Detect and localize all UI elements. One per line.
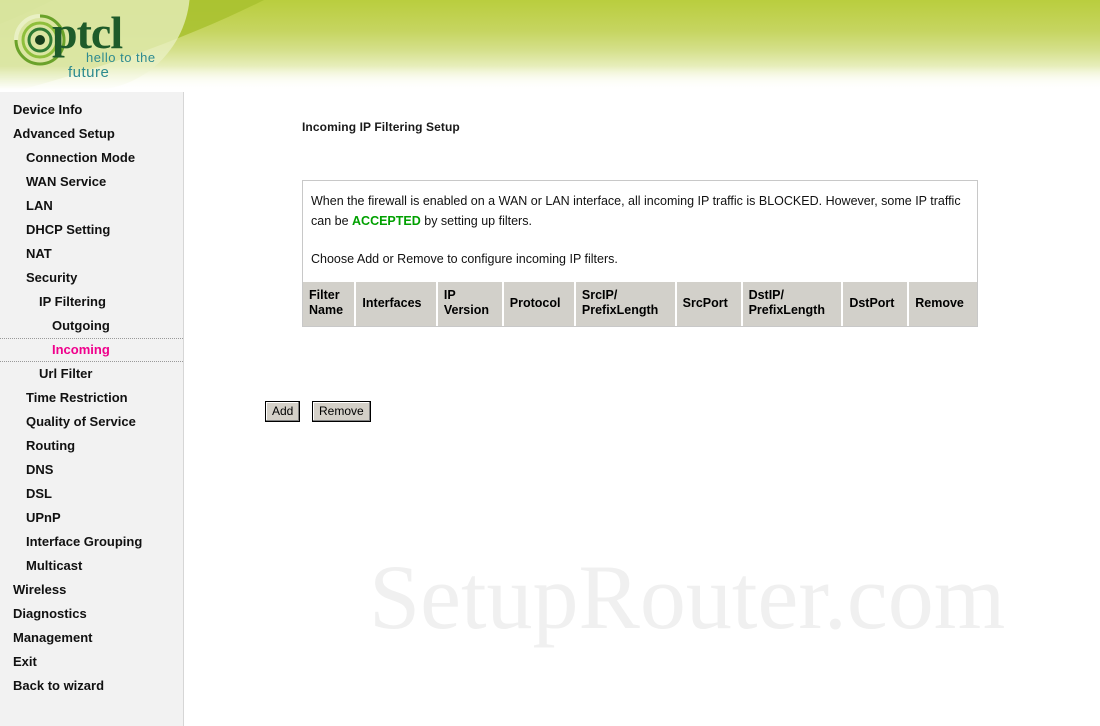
header-banner: ptcl hello to the future — [0, 0, 1100, 92]
ptcl-logo: ptcl hello to the future — [14, 6, 194, 84]
sidebar-item-wan-service[interactable]: WAN Service — [0, 170, 183, 194]
info-paragraph-1: When the firewall is enabled on a WAN or… — [311, 191, 969, 231]
column-header: Remove — [908, 281, 977, 326]
sidebar-item-incoming[interactable]: Incoming — [0, 338, 183, 362]
info-text-after-accepted: by setting up filters. — [420, 214, 532, 228]
sidebar-item-routing[interactable]: Routing — [0, 434, 183, 458]
sidebar-item-connection-mode[interactable]: Connection Mode — [0, 146, 183, 170]
remove-button[interactable]: Remove — [311, 401, 371, 422]
sidebar-item-security[interactable]: Security — [0, 266, 183, 290]
sidebar-item-interface-grouping[interactable]: Interface Grouping — [0, 530, 183, 554]
sidebar-item-url-filter[interactable]: Url Filter — [0, 362, 183, 386]
filter-table-cell: Filter Name Interfaces IP Version Protocol S… — [303, 281, 978, 326]
sidebar-item-dsl[interactable]: DSL — [0, 482, 183, 506]
sidebar-item-exit[interactable]: Exit — [0, 650, 183, 674]
info-paragraph-2: Choose Add or Remove to configure incomi… — [311, 252, 618, 266]
sidebar-item-lan[interactable]: LAN — [0, 194, 183, 218]
accepted-keyword: ACCEPTED — [352, 214, 421, 228]
column-header: Protocol — [502, 281, 576, 326]
info-description: When the firewall is enabled on a WAN or… — [303, 181, 978, 282]
column-header: Interfaces — [355, 281, 438, 326]
logo-tagline-line1: hello to the — [86, 50, 156, 65]
column-header: SrcPort — [675, 281, 743, 326]
sidebar-item-outgoing[interactable]: Outgoing — [0, 314, 183, 338]
main-content: Incoming IP Filtering Setup When the fir… — [184, 92, 1100, 726]
sidebar-item-ip-filtering[interactable]: IP Filtering — [0, 290, 183, 314]
sidebar-item-advanced-setup[interactable]: Advanced Setup — [0, 122, 183, 146]
incoming-ip-filtering-panel: When the firewall is enabled on a WAN or… — [302, 180, 978, 327]
action-button-row: Add Remove — [265, 401, 379, 422]
column-header: SrcIP/ PrefixLength — [574, 281, 677, 326]
add-button[interactable]: Add — [265, 401, 301, 422]
info-paragraph-spacer — [311, 231, 969, 249]
sidebar-item-dns[interactable]: DNS — [0, 458, 183, 482]
column-header: DstIP/ PrefixLength — [741, 281, 844, 326]
sidebar-item-dhcp-setting[interactable]: DHCP Setting — [0, 218, 183, 242]
ip-filter-table: Filter Name Interfaces IP Version Protocol S… — [303, 281, 977, 326]
column-header: Filter Name — [303, 281, 357, 326]
sidebar-item-multicast[interactable]: Multicast — [0, 554, 183, 578]
filter-table-header-row: Filter Name Interfaces IP Version Protocol S… — [303, 281, 977, 326]
page-title: Incoming IP Filtering Setup — [302, 120, 460, 134]
sidebar-item-back-to-wizard[interactable]: Back to wizard — [0, 674, 183, 698]
site-watermark: SetupRouter.com — [369, 546, 1006, 648]
sidebar-item-time-restriction[interactable]: Time Restriction — [0, 386, 183, 410]
column-header: IP Version — [436, 281, 504, 326]
logo-tagline-line2: future — [68, 64, 110, 81]
sidebar-item-nat[interactable]: NAT — [0, 242, 183, 266]
sidebar-item-wireless[interactable]: Wireless — [0, 578, 183, 602]
sidebar-item-management[interactable]: Management — [0, 626, 183, 650]
sidebar-item-upnp[interactable]: UPnP — [0, 506, 183, 530]
sidebar-navigation: Device Info Advanced Setup Connection Mode… — [0, 92, 184, 726]
column-header: DstPort — [842, 281, 910, 326]
sidebar-item-device-info[interactable]: Device Info — [0, 98, 183, 122]
sidebar-item-diagnostics[interactable]: Diagnostics — [0, 602, 183, 626]
sidebar-item-quality-of-service[interactable]: Quality of Service — [0, 410, 183, 434]
